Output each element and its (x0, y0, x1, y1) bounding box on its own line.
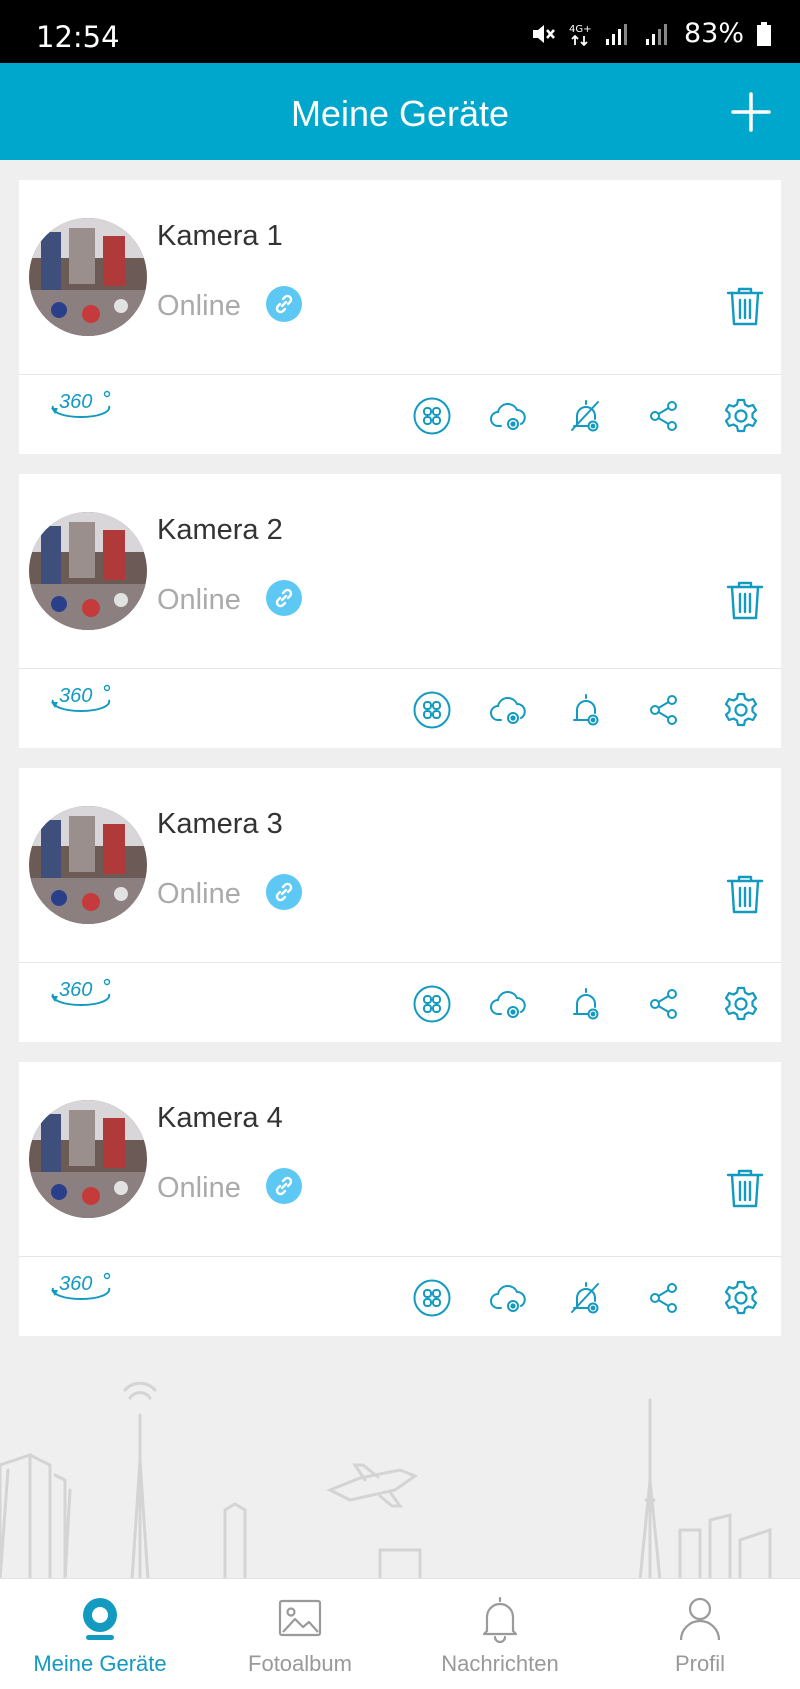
signal-icon (605, 23, 627, 45)
camera-name: Kamera 1 (157, 220, 283, 252)
photo-album-icon (278, 1599, 322, 1637)
gear-icon[interactable] (721, 1278, 761, 1318)
camera-thumbnail[interactable] (29, 512, 147, 630)
360-icon[interactable]: 360 (49, 1268, 115, 1304)
360-icon[interactable]: 360 (49, 974, 115, 1010)
trash-icon[interactable] (723, 284, 767, 328)
nav-label-fotoalbum: Fotoalbum (248, 1651, 352, 1676)
link-icon (266, 286, 302, 322)
device-card[interactable]: Kamera 2 Online 360 (19, 474, 781, 748)
cloud-settings-icon[interactable] (489, 396, 529, 436)
profile-icon (679, 1597, 721, 1641)
link-icon (266, 874, 302, 910)
nav-label-nachrichten: Nachrichten (441, 1651, 559, 1676)
share-icon[interactable] (644, 1278, 684, 1318)
nav-label-profil: Profil (674, 1651, 726, 1676)
360-icon[interactable]: 360 (49, 680, 115, 716)
trash-icon[interactable] (723, 578, 767, 622)
camera-icon (83, 1598, 117, 1640)
device-card[interactable]: Kamera 4 Online 360 (19, 1062, 781, 1336)
page-title: Meine Geräte (290, 93, 510, 134)
svg-text:360: 360 (59, 685, 92, 707)
trash-icon[interactable] (723, 1166, 767, 1210)
network-4g-icon: 4G+ (569, 24, 592, 46)
share-icon[interactable] (644, 984, 684, 1024)
multi-view-icon[interactable] (412, 1278, 452, 1318)
camera-status: Online (157, 290, 241, 322)
multi-view-icon[interactable] (412, 396, 452, 436)
status-bar: 12:54 4G+ 83% (0, 0, 800, 63)
mute-icon (532, 24, 555, 43)
gear-icon[interactable] (721, 690, 761, 730)
link-icon (266, 1168, 302, 1204)
bell-icon (482, 1596, 518, 1643)
alarm-settings-icon[interactable] (566, 1278, 606, 1318)
svg-text:4G+: 4G+ (569, 24, 592, 35)
multi-view-icon[interactable] (412, 690, 452, 730)
gear-icon[interactable] (721, 984, 761, 1024)
device-card[interactable]: Kamera 1 Online 360 (19, 180, 781, 454)
gear-icon[interactable] (721, 396, 761, 436)
card-divider (19, 1256, 781, 1257)
camera-thumbnail[interactable] (29, 1100, 147, 1218)
bottom-nav: Meine Geräte Fotoalbum Nachrichten Profi… (0, 1578, 800, 1689)
add-device-button[interactable] (730, 91, 772, 133)
alarm-settings-icon[interactable] (566, 984, 606, 1024)
cloud-settings-icon[interactable] (489, 984, 529, 1024)
camera-name: Kamera 4 (157, 1102, 283, 1134)
svg-text:360: 360 (59, 1273, 92, 1295)
device-card[interactable]: Kamera 3 Online 360 (19, 768, 781, 1042)
camera-name: Kamera 3 (157, 808, 283, 840)
status-indicators: 4G+ 83% (530, 18, 772, 49)
nav-label-meine-geraete: Meine Geräte (33, 1651, 167, 1676)
camera-thumbnail[interactable] (29, 806, 147, 924)
signal-icon-2 (645, 23, 667, 45)
link-icon (266, 580, 302, 616)
cloud-settings-icon[interactable] (489, 1278, 529, 1318)
camera-status: Online (157, 584, 241, 616)
app-header: Meine Geräte (0, 63, 800, 160)
alarm-settings-icon[interactable] (566, 396, 606, 436)
card-divider (19, 668, 781, 669)
card-divider (19, 962, 781, 963)
camera-thumbnail[interactable] (29, 218, 147, 336)
skyline-illustration (0, 1381, 772, 1580)
status-time: 12:54 (36, 20, 120, 54)
svg-text:360: 360 (59, 391, 92, 413)
360-icon[interactable]: 360 (49, 386, 115, 422)
camera-name: Kamera 2 (157, 514, 283, 546)
camera-status: Online (157, 878, 241, 910)
card-divider (19, 374, 781, 375)
battery-percent: 83% (683, 18, 744, 49)
cloud-settings-icon[interactable] (489, 690, 529, 730)
nav-item-meine-geraete[interactable]: Meine Geräte (0, 1579, 200, 1689)
battery-icon (757, 21, 771, 46)
multi-view-icon[interactable] (412, 984, 452, 1024)
camera-status: Online (157, 1172, 241, 1204)
trash-icon[interactable] (723, 872, 767, 916)
nav-item-profil[interactable]: Profil (600, 1579, 800, 1689)
share-icon[interactable] (644, 690, 684, 730)
nav-item-fotoalbum[interactable]: Fotoalbum (200, 1579, 400, 1689)
nav-item-nachrichten[interactable]: Nachrichten (400, 1579, 600, 1689)
share-icon[interactable] (644, 396, 684, 436)
alarm-settings-icon[interactable] (566, 690, 606, 730)
svg-text:360: 360 (59, 979, 92, 1001)
